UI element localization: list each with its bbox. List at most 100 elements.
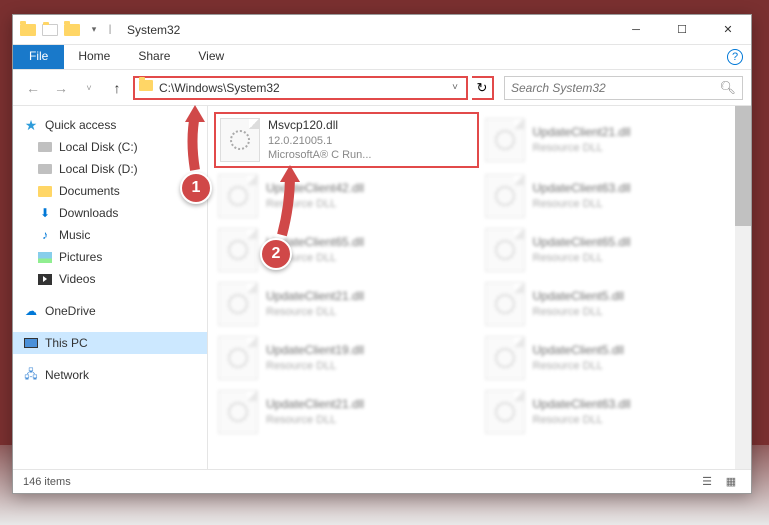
minimize-button[interactable]: ─: [613, 15, 659, 45]
scrollbar-thumb[interactable]: [735, 106, 751, 226]
file-meta: Resource DLL: [533, 413, 631, 427]
folder-icon: [139, 80, 155, 96]
file-item[interactable]: UpdateClient63.dll Resource DLL: [481, 386, 746, 438]
callout-2: 2: [260, 238, 292, 270]
dll-icon: [485, 174, 525, 218]
file-meta: 12.0.21005.1: [268, 134, 371, 148]
explorer-window: ▾ | System32 ─ ☐ ✕ File Home Share View …: [12, 14, 752, 494]
navigation-bar: ← → ˅ ↑ C:\Windows\System32 ˅ ↻ 🔍︎: [13, 70, 751, 106]
new-folder-icon[interactable]: [63, 21, 81, 39]
onedrive-icon: ☁: [23, 303, 39, 319]
sidebar-item-videos[interactable]: Videos: [13, 268, 207, 290]
dll-icon: [485, 390, 525, 434]
address-text[interactable]: C:\Windows\System32: [159, 81, 448, 95]
details-view-button[interactable]: ☰: [697, 474, 717, 490]
file-item[interactable]: UpdateClient65.dll Resource DLL: [214, 224, 479, 276]
folder-icon: [19, 21, 37, 39]
sidebar-item-music[interactable]: ♪Music: [13, 224, 207, 246]
sidebar-item-downloads[interactable]: ⬇Downloads: [13, 202, 207, 224]
close-button[interactable]: ✕: [705, 15, 751, 45]
annotation-arrow-1: [170, 100, 220, 180]
up-button[interactable]: ↑: [105, 76, 129, 100]
file-name: UpdateClient5.dll: [533, 343, 624, 359]
recent-dropdown[interactable]: ˅: [77, 76, 101, 100]
file-item[interactable]: UpdateClient21.dll Resource DLL: [214, 278, 479, 330]
customize-qat-icon[interactable]: ▾: [85, 21, 103, 39]
icons-view-button[interactable]: ▦: [721, 474, 741, 490]
file-name: UpdateClient19.dll: [266, 343, 364, 359]
file-item[interactable]: UpdateClient42.dll Resource DLL: [214, 170, 479, 222]
file-item[interactable]: UpdateClient65.dll Resource DLL: [481, 224, 746, 276]
sidebar-item-pictures[interactable]: Pictures: [13, 246, 207, 268]
download-icon: ⬇: [37, 205, 53, 221]
disk-icon: [37, 139, 53, 155]
file-name: Msvcp120.dll: [268, 118, 371, 134]
file-item[interactable]: UpdateClient5.dll Resource DLL: [481, 278, 746, 330]
search-icon[interactable]: 🔍︎: [719, 80, 736, 96]
status-bar: 146 items ☰ ▦: [13, 469, 751, 493]
file-meta: Resource DLL: [533, 359, 624, 373]
search-input[interactable]: [511, 81, 719, 95]
pc-icon: [23, 335, 39, 351]
dll-icon: [218, 228, 258, 272]
file-name: UpdateClient5.dll: [533, 289, 624, 305]
forward-button[interactable]: →: [49, 76, 73, 100]
titlebar: ▾ | System32 ─ ☐ ✕: [13, 15, 751, 45]
file-meta: Resource DLL: [266, 305, 364, 319]
picture-icon: [37, 249, 53, 265]
dll-icon: [485, 282, 525, 326]
dll-icon: [485, 228, 525, 272]
maximize-button[interactable]: ☐: [659, 15, 705, 45]
ribbon: File Home Share View ?: [13, 45, 751, 70]
home-tab[interactable]: Home: [64, 45, 124, 69]
dll-icon: [485, 336, 525, 380]
network-header[interactable]: 🖧Network: [13, 364, 207, 386]
this-pc-header[interactable]: This PC: [13, 332, 207, 354]
file-meta: Resource DLL: [266, 359, 364, 373]
item-count: 146 items: [23, 476, 71, 488]
sidebar-item-documents[interactable]: Documents: [13, 180, 207, 202]
file-item[interactable]: UpdateClient21.dll Resource DLL: [214, 386, 479, 438]
file-item[interactable]: UpdateClient5.dll Resource DLL: [481, 332, 746, 384]
file-item[interactable]: Msvcp120.dll 12.0.21005.1 MicrosoftA® C …: [214, 112, 479, 168]
file-item[interactable]: UpdateClient19.dll Resource DLL: [214, 332, 479, 384]
file-meta: Resource DLL: [533, 251, 631, 265]
file-meta: Resource DLL: [533, 305, 624, 319]
dll-icon: [485, 118, 525, 162]
dll-icon: [218, 282, 258, 326]
file-item[interactable]: UpdateClient63.dll Resource DLL: [481, 170, 746, 222]
disk-icon: [37, 161, 53, 177]
scrollbar[interactable]: [735, 106, 751, 469]
onedrive-header[interactable]: ☁OneDrive: [13, 300, 207, 322]
address-bar[interactable]: C:\Windows\System32 ˅: [133, 76, 468, 100]
callout-1: 1: [180, 172, 212, 204]
video-icon: [37, 271, 53, 287]
file-meta: Resource DLL: [266, 413, 364, 427]
address-dropdown-icon[interactable]: ˅: [448, 82, 462, 93]
window-title: System32: [127, 23, 180, 37]
dll-icon: [220, 118, 260, 162]
file-item[interactable]: UpdateClient21.dll Resource DLL: [481, 112, 746, 168]
star-icon: ★: [23, 117, 39, 133]
dll-icon: [218, 174, 258, 218]
search-box[interactable]: 🔍︎: [504, 76, 743, 100]
file-tab[interactable]: File: [13, 45, 64, 69]
file-name: UpdateClient63.dll: [533, 181, 631, 197]
file-name: UpdateClient63.dll: [533, 397, 631, 413]
file-name: UpdateClient21.dll: [533, 125, 631, 141]
help-icon[interactable]: ?: [727, 49, 743, 65]
network-icon: 🖧: [23, 367, 39, 383]
file-meta: Resource DLL: [533, 197, 631, 211]
back-button[interactable]: ←: [21, 76, 45, 100]
view-tab[interactable]: View: [184, 45, 238, 69]
properties-icon[interactable]: [41, 21, 59, 39]
dll-icon: [218, 390, 258, 434]
music-icon: ♪: [37, 227, 53, 243]
annotation-arrow-2: [262, 160, 312, 245]
refresh-button[interactable]: ↻: [472, 76, 494, 100]
folder-icon: [37, 183, 53, 199]
file-name: UpdateClient21.dll: [266, 289, 364, 305]
dll-icon: [218, 336, 258, 380]
share-tab[interactable]: Share: [124, 45, 184, 69]
file-name: UpdateClient65.dll: [533, 235, 631, 251]
